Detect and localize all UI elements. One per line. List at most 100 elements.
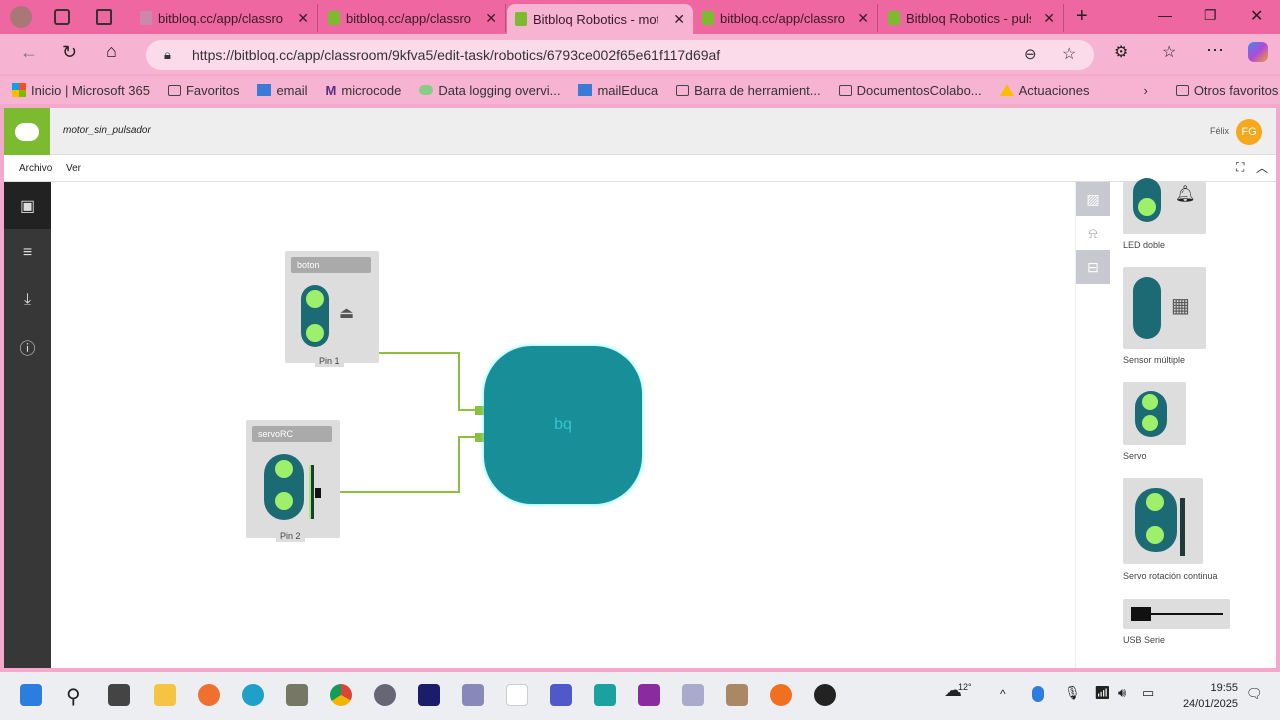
- url-input[interactable]: 🔒︎ https://bitbloq.cc/app/classroom/9kfv…: [146, 40, 1094, 70]
- close-tab-icon[interactable]: ✕: [673, 11, 685, 28]
- port-1-connector[interactable]: [475, 406, 484, 415]
- battery-icon[interactable]: ▭: [1142, 685, 1154, 701]
- profile-avatar[interactable]: [10, 6, 32, 28]
- bookmark[interactable]: Actuaciones: [999, 83, 1089, 98]
- component-block-boton[interactable]: boton ⏏ Pin 1: [285, 251, 379, 367]
- app-icon[interactable]: [462, 684, 484, 706]
- minimize-button[interactable]: —: [1158, 7, 1172, 23]
- restore-button[interactable]: ❐: [1204, 7, 1217, 24]
- component-label: USB Serie: [1123, 635, 1166, 645]
- hardware-tab-chip-icon[interactable]: ▣: [4, 182, 51, 229]
- collapse-chevron-up-icon[interactable]: ︿: [1256, 159, 1268, 176]
- component-sensor-multiple[interactable]: ▦: [1123, 267, 1206, 349]
- component-block-servorc[interactable]: servoRC Pin 2: [246, 420, 340, 542]
- edge-icon[interactable]: [242, 684, 264, 706]
- browser-tab[interactable]: Bitbloq Robotics - pulsa ✕: [880, 4, 1064, 32]
- block-name[interactable]: boton: [291, 257, 371, 273]
- download-tab-icon[interactable]: ⤓: [4, 276, 51, 323]
- push-button-icon: ⏏: [339, 305, 355, 322]
- bookmark[interactable]: DocumentosColabo...: [838, 83, 982, 98]
- settings-icon[interactable]: [374, 684, 396, 706]
- edu-icon[interactable]: [594, 684, 616, 706]
- project-name[interactable]: motor_sin_pulsador: [63, 125, 151, 136]
- home-button[interactable]: ⌂: [106, 41, 117, 62]
- browser-tab[interactable]: bitbloq.cc/app/classroo ✕: [132, 4, 318, 32]
- file-explorer-icon[interactable]: [154, 684, 176, 706]
- components-tab-alarm-icon[interactable]: ⍾: [1076, 216, 1110, 250]
- wifi-icon[interactable]: 📶︎: [1094, 685, 1111, 701]
- browser-tab-active[interactable]: Bitbloq Robotics - moto ✕: [507, 4, 693, 34]
- obs-icon[interactable]: [814, 684, 836, 706]
- sensor-module-icon: [1133, 277, 1161, 339]
- bookmark[interactable]: Mmicrocode: [326, 83, 402, 98]
- clock-date[interactable]: 24/01/2025: [1172, 698, 1238, 710]
- zoom-icon[interactable]: ⊖: [1024, 45, 1037, 63]
- bookmark[interactable]: Barra de herramient...: [676, 83, 821, 98]
- volume-icon[interactable]: 🔊︎: [1118, 685, 1126, 701]
- close-tab-icon[interactable]: ✕: [485, 10, 497, 27]
- component-led-doble[interactable]: 🔔︎: [1123, 178, 1206, 234]
- close-tab-icon[interactable]: ✕: [1043, 10, 1055, 27]
- browser-tab[interactable]: bitbloq.cc/app/classroo ✕: [320, 4, 506, 32]
- boards-tab-icon[interactable]: ▨: [1076, 182, 1110, 216]
- close-window-button[interactable]: ✕: [1250, 6, 1263, 26]
- bookmark[interactable]: Data logging overvi...: [419, 83, 560, 98]
- clock-time[interactable]: 19:55: [1208, 682, 1238, 694]
- microphone-icon[interactable]: 🎙︎: [1064, 685, 1081, 701]
- close-tab-icon[interactable]: ✕: [857, 10, 869, 27]
- audition-icon[interactable]: [418, 684, 440, 706]
- new-tab-button[interactable]: +: [1076, 5, 1088, 28]
- blocks-tab-list-icon[interactable]: ≡: [4, 229, 51, 276]
- menu-archivo[interactable]: Archivo: [19, 163, 52, 174]
- app-icon[interactable]: [506, 684, 528, 706]
- notifications-icon[interactable]: 🗨︎: [1246, 686, 1263, 702]
- show-hidden-icons-chevron-icon[interactable]: ^: [1000, 687, 1006, 701]
- component-usb-serie[interactable]: [1123, 599, 1230, 629]
- port-2-connector[interactable]: [475, 433, 484, 442]
- star-icon[interactable]: ☆: [1062, 44, 1076, 64]
- workspaces-icon[interactable]: [54, 9, 70, 25]
- app-icon[interactable]: [682, 684, 704, 706]
- start-icon[interactable]: [20, 684, 42, 706]
- search-icon[interactable]: ⚲: [66, 684, 88, 708]
- firefox-icon[interactable]: [198, 684, 220, 706]
- favorites-icon[interactable]: ☆: [1162, 42, 1176, 62]
- extensions-icon[interactable]: ⚙: [1114, 42, 1128, 62]
- close-tab-icon[interactable]: ✕: [297, 10, 309, 27]
- components-panel: ▨ ⍾ ⊟ 🔔︎ LED doble ▦ Sensor múltiple Ser…: [1075, 178, 1276, 668]
- user-avatar[interactable]: FG: [1236, 119, 1262, 145]
- fullscreen-icon[interactable]: ⛶: [1236, 160, 1244, 175]
- component-servo[interactable]: [1123, 382, 1186, 445]
- servo-module-icon: [264, 454, 304, 520]
- menu-ver[interactable]: Ver: [66, 163, 81, 174]
- more-menu-icon[interactable]: ⋯: [1206, 40, 1224, 61]
- tab-actions-icon[interactable]: [96, 9, 112, 25]
- other-favorites[interactable]: Otros favoritos: [1175, 83, 1278, 98]
- zumjunior-board[interactable]: bq: [484, 346, 642, 504]
- block-name[interactable]: servoRC: [252, 426, 332, 442]
- bookmark[interactable]: Inicio | Microsoft 365: [12, 83, 150, 98]
- toolbox-tab-icon[interactable]: ⊟: [1076, 250, 1110, 284]
- mail-icon: [257, 84, 272, 96]
- wire-pin2: [458, 436, 460, 493]
- bookmarks-overflow-chevron-icon[interactable]: ›: [1143, 83, 1147, 98]
- app-icon[interactable]: [638, 684, 660, 706]
- refresh-button[interactable]: ↻: [62, 42, 77, 63]
- gimp-icon[interactable]: [286, 684, 308, 706]
- bookmark[interactable]: email: [257, 83, 308, 98]
- teams-icon[interactable]: [550, 684, 572, 706]
- bookmark[interactable]: mailEduca: [578, 83, 658, 98]
- task-view-icon[interactable]: [108, 684, 130, 706]
- copilot-icon[interactable]: [1248, 42, 1268, 62]
- weather-temp: 12°: [958, 682, 972, 692]
- info-tab-icon[interactable]: ⓘ: [4, 323, 51, 370]
- bitbloq-logo-icon[interactable]: [4, 108, 50, 155]
- browser-tab[interactable]: bitbloq.cc/app/classroo ✕: [694, 4, 878, 32]
- app-icon[interactable]: [726, 684, 748, 706]
- chrome-icon[interactable]: [330, 684, 352, 706]
- bookmark[interactable]: Favoritos: [167, 83, 239, 98]
- back-button[interactable]: ←: [20, 42, 38, 63]
- app-icon[interactable]: [770, 684, 792, 706]
- bluetooth-icon[interactable]: [1032, 686, 1044, 702]
- component-servo-continuo[interactable]: [1123, 478, 1203, 564]
